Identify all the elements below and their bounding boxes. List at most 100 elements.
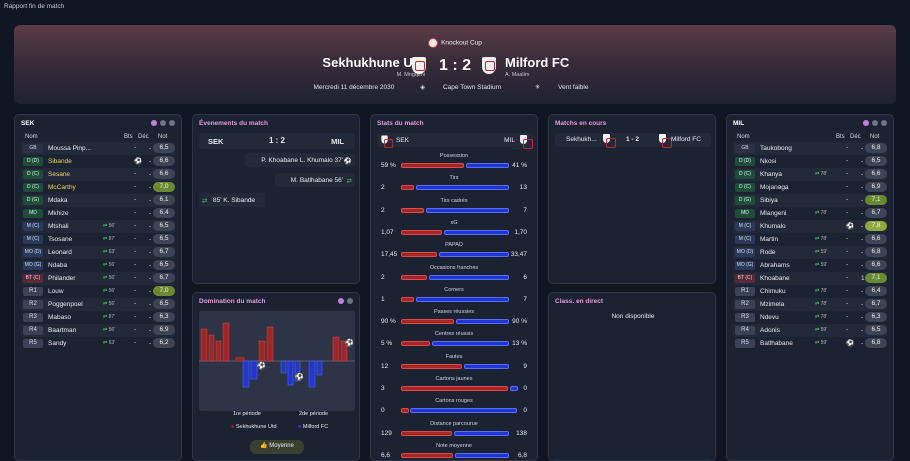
- player-row[interactable]: M (C) Khumalo ⚽ -7,8: [733, 220, 887, 233]
- away-team[interactable]: Milford FC A. Maalim: [505, 55, 569, 78]
- player-row[interactable]: D (D) Sibande ⚽ -6,6: [21, 155, 175, 168]
- player-row[interactable]: GB Taukobong - -6,8: [733, 142, 887, 155]
- stat-away-bar: [455, 452, 509, 458]
- stat-home-value: 12: [381, 362, 389, 370]
- stat-home-bar: [401, 252, 437, 258]
- substitution: ⇄ 63': [103, 249, 116, 255]
- position-badge: M (C): [735, 222, 755, 231]
- player-row[interactable]: D (C) Mojanaga - -6,9: [733, 181, 887, 194]
- player-row[interactable]: M (C) Mtshali ⇄ 56' - -6,5: [21, 220, 175, 233]
- substitution: ⇄ 56': [103, 327, 116, 333]
- player-row[interactable]: R5 Sandy ⇄ 63' - -6,2: [21, 337, 175, 350]
- position-badge: MO (D): [23, 248, 43, 257]
- stat-away-bar: [432, 341, 509, 347]
- stat-home-value: 2: [381, 273, 385, 281]
- player-row[interactable]: BT (C) Philander ⇄ 56' - -6,7: [21, 272, 175, 285]
- assists-cell: -: [149, 275, 152, 282]
- player-row[interactable]: D (D) Nkosi - -6,5: [733, 155, 887, 168]
- stat-home-value: 0: [381, 407, 385, 415]
- stat-away-value: 0: [523, 385, 527, 392]
- stadium-icon: ◈: [420, 84, 426, 91]
- sub-arrow-icon: ⇄: [103, 301, 108, 307]
- stats-title: Stats du match: [377, 120, 424, 127]
- player-row[interactable]: MO (D) Rode ⇄ 59' - -6,8: [733, 246, 887, 259]
- player-row[interactable]: MD Mlangeni ⇄ 78' - -6,7: [733, 207, 887, 220]
- player-row[interactable]: GB Moussa Pinp... - -6,5: [21, 142, 175, 155]
- player-row[interactable]: M (C) Martin ⇄ 78' - -6,6: [733, 233, 887, 246]
- player-row[interactable]: R1 Louw ⇄ 56' - -7,0: [21, 285, 175, 298]
- player-row[interactable]: D (C) Khanya ⇄ 78' - -6,6: [733, 168, 887, 181]
- page-dots[interactable]: [151, 120, 175, 126]
- player-row[interactable]: D (C) McCarthy - -7,0: [21, 181, 175, 194]
- rating-badge: 7,0: [153, 182, 175, 192]
- assists-cell: -: [861, 171, 864, 178]
- sub-arrow-icon: ⇄: [103, 236, 108, 242]
- sub-arrow-icon: ⇄: [103, 262, 108, 268]
- stat-home-bar: [401, 341, 430, 347]
- player-row[interactable]: D (C) Sesane - -6,6: [21, 168, 175, 181]
- stat-away-bar: [456, 319, 509, 325]
- stat-away-bar: [510, 386, 518, 391]
- position-badge: MO (G): [23, 261, 43, 270]
- player-row[interactable]: BT (C) Khoabane -1 7,1: [733, 272, 887, 285]
- player-row[interactable]: R3 Mabaso ⇄ 87' - -6,3: [21, 311, 175, 324]
- average-button[interactable]: 👍 Moyenne: [250, 440, 304, 454]
- home-lineup-title: SEK: [21, 120, 35, 127]
- page-dots[interactable]: [863, 120, 887, 126]
- goals-cell: -: [846, 144, 849, 151]
- position-badge: R2: [735, 300, 755, 309]
- stat-home-value: 1: [381, 295, 385, 303]
- stat-away-value: 7: [523, 206, 527, 214]
- sub-arrow-icon: ⇄: [103, 288, 108, 294]
- player-row[interactable]: R2 Poggenpoel ⇄ 56' - -6,5: [21, 298, 175, 311]
- stat-label: Corners: [444, 286, 464, 293]
- live-table-title: Class. en direct: [555, 298, 604, 305]
- rating-badge: 6,6: [153, 156, 175, 166]
- player-name: Baartman: [48, 327, 77, 334]
- goals-cell: -: [846, 313, 849, 320]
- stat-home-bar: [401, 363, 462, 369]
- goals-cell: -: [134, 170, 137, 177]
- player-row[interactable]: MO (D) Leonard ⇄ 63' - -6,7: [21, 246, 175, 259]
- player-name: McCarthy: [48, 184, 76, 191]
- goals-cell: ⚽: [134, 158, 143, 165]
- position-badge: R5: [23, 339, 43, 348]
- player-name: Mlangeni: [760, 210, 787, 217]
- player-name: Tsosane: [48, 236, 73, 243]
- goals-cell: -: [134, 274, 137, 281]
- stat-away-value: 33,47: [510, 251, 527, 259]
- sub-arrow-icon: ⇄: [815, 301, 820, 307]
- stat-home-bar: [401, 185, 415, 191]
- player-row[interactable]: D (G) Sibiya - -7,1: [733, 194, 887, 207]
- position-badge: MD: [735, 209, 755, 218]
- player-row[interactable]: D (G) Mdaka - -6,1: [21, 194, 175, 207]
- player-row[interactable]: R4 Adonis ⇄ 59' - -6,5: [733, 324, 887, 337]
- rating-badge: 6,9: [865, 182, 887, 192]
- position-badge: D (C): [735, 170, 755, 179]
- stat-home-bar: [401, 408, 409, 414]
- page-dots[interactable]: [338, 298, 353, 304]
- player-row[interactable]: MO (G) Ndaba ⇄ 56' - -6,5: [21, 259, 175, 272]
- rating-badge: 6,1: [153, 195, 175, 205]
- player-row[interactable]: M (C) Tsosane ⇄ 87' - -6,5: [21, 233, 175, 246]
- player-row[interactable]: R2 Mzimela ⇄ 78' - -6,7: [733, 298, 887, 311]
- rating-badge: 7,1: [865, 195, 887, 205]
- stat-label: Cartons rouges: [435, 398, 473, 405]
- stat-away-bar: [426, 207, 509, 213]
- away-crest-icon: [482, 57, 496, 74]
- stat-label: Cartons jaunes: [435, 376, 473, 382]
- player-row[interactable]: R1 Chimuku ⇄ 78' - -6,4: [733, 285, 887, 298]
- substitution: ⇄ 78': [815, 236, 828, 242]
- player-row[interactable]: R4 Baartman ⇄ 56' - -6,9: [21, 324, 175, 337]
- player-row[interactable]: MD Mkhize - -6,4: [21, 207, 175, 220]
- player-row[interactable]: R3 Ndevu ⇄ 78' - -6,3: [733, 311, 887, 324]
- substitution: ⇄ 78': [815, 171, 828, 177]
- assists-cell: -: [149, 327, 152, 334]
- stat-away-bar: [439, 252, 509, 258]
- substitution: ⇄ 59': [815, 262, 828, 268]
- player-row[interactable]: R5 Batlhabane ⇄ 59' ⚽ -6,8: [733, 337, 887, 350]
- player-row[interactable]: MO (G) Abrahams ⇄ 59' - -6,6: [733, 259, 887, 272]
- stat-away-value: 41 %: [512, 162, 527, 169]
- player-name: Louw: [48, 288, 64, 295]
- assists-cell: -: [149, 314, 152, 321]
